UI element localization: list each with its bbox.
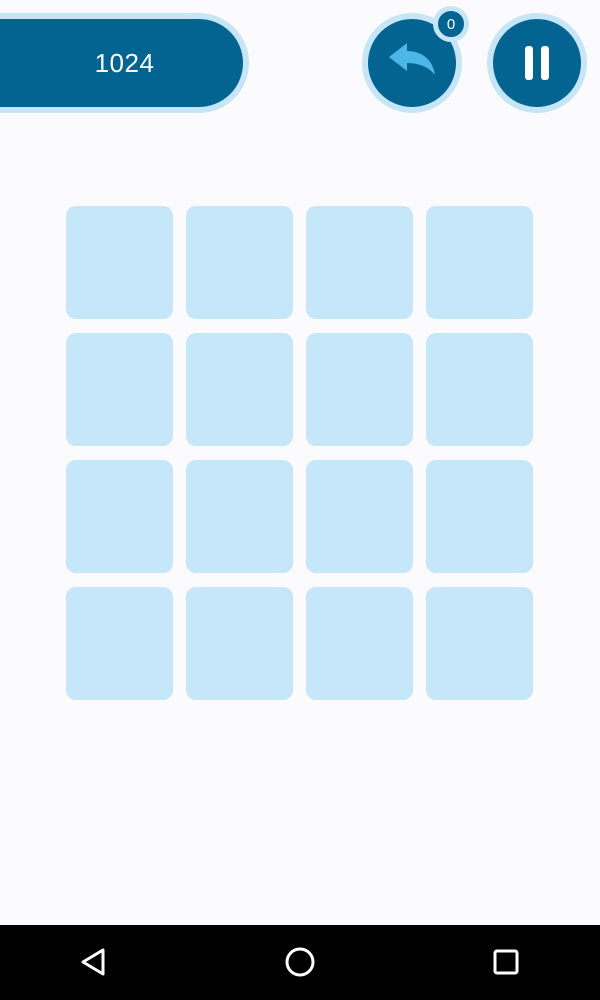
- board-cell: [306, 587, 413, 700]
- nav-home-button[interactable]: [280, 942, 320, 982]
- board-cell: [426, 333, 533, 446]
- undo-count: 0: [446, 15, 456, 33]
- board-cell: [186, 460, 293, 573]
- nav-back-button[interactable]: [74, 942, 114, 982]
- board-cell: [66, 206, 173, 319]
- score-value: 1024: [94, 47, 155, 78]
- board-cell: [186, 206, 293, 319]
- board-cell: [66, 587, 173, 700]
- nav-recents-button[interactable]: [486, 942, 526, 982]
- home-circle-icon: [285, 947, 315, 977]
- score-display: 1024: [0, 13, 249, 113]
- board-cell: [426, 206, 533, 319]
- back-triangle-icon: [81, 948, 105, 976]
- pause-button[interactable]: [487, 13, 587, 113]
- undo-count-badge: 0: [433, 6, 469, 42]
- pause-icon: [525, 46, 549, 80]
- board-cell: [66, 333, 173, 446]
- board-cell: [426, 587, 533, 700]
- recents-square-icon: [493, 949, 519, 975]
- game-board[interactable]: [66, 206, 533, 700]
- undo-arrow-icon: [385, 41, 439, 86]
- board-cell: [306, 333, 413, 446]
- system-navigation-bar: [0, 925, 600, 1000]
- board-cell: [306, 206, 413, 319]
- board-cell: [186, 587, 293, 700]
- board-cell: [426, 460, 533, 573]
- board-cell: [66, 460, 173, 573]
- board-cell: [306, 460, 413, 573]
- board-cell: [186, 333, 293, 446]
